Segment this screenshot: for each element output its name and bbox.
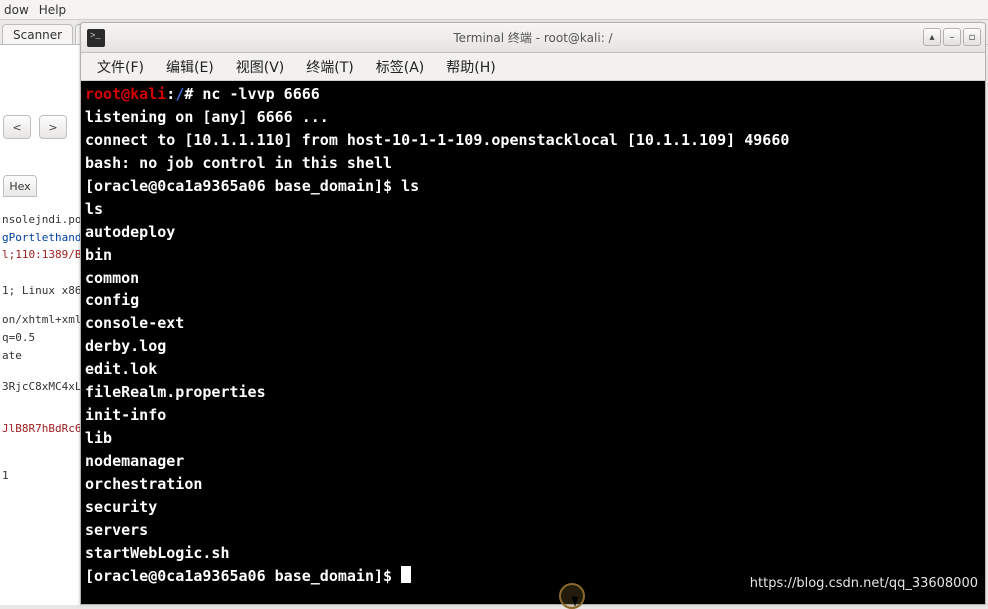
window-minimize-button[interactable]: – (943, 28, 961, 46)
terminal-output[interactable]: root@kali:/# nc -lvvp 6666 listening on … (81, 81, 985, 604)
menu-file[interactable]: 文件(F) (87, 54, 154, 80)
hex-tab[interactable]: Hex (3, 175, 37, 197)
snippet: gPortlethandl (2, 229, 82, 247)
snippet: nsolejndi.por (2, 211, 82, 229)
menu-view[interactable]: 视图(V) (226, 54, 295, 80)
tab-scanner[interactable]: Scanner (2, 24, 73, 44)
menu-terminal[interactable]: 终端(T) (296, 54, 363, 80)
snippet: JlB8R7hBdRc6g (2, 420, 82, 438)
nav-forward-button[interactable]: > (39, 115, 67, 139)
menu-tabs[interactable]: 标签(A) (366, 54, 435, 80)
snippet: q=0.5 (2, 329, 82, 347)
nav-back-button[interactable]: < (3, 115, 31, 139)
bg-panel: < > Hex nsolejndi.por gPortlethandl l;11… (0, 45, 85, 605)
bg-menubar: dow Help (0, 0, 988, 20)
snippet: l;110:1389/Ba (2, 246, 82, 264)
snippet: on/xhtml+xml (2, 311, 82, 329)
menu-help[interactable]: 帮助(H) (436, 54, 505, 80)
titlebar[interactable]: Terminal 终端 - root@kali: / ▴ – ▫ (81, 23, 985, 53)
window-maximize-button[interactable]: ▫ (963, 28, 981, 46)
snippet: ate (2, 347, 82, 365)
touch-indicator-icon (559, 583, 585, 609)
watermark: https://blog.csdn.net/qq_33608000 (750, 576, 978, 591)
window-up-button[interactable]: ▴ (923, 28, 941, 46)
terminal-menubar: 文件(F) 编辑(E) 视图(V) 终端(T) 标签(A) 帮助(H) (81, 53, 985, 81)
bg-menu-item[interactable]: dow (4, 3, 29, 17)
snippet: 1 (2, 467, 82, 485)
terminal-icon (87, 29, 105, 47)
snippet: 1; Linux x86 (2, 282, 82, 300)
menu-edit[interactable]: 编辑(E) (156, 54, 224, 80)
bg-menu-item[interactable]: Help (39, 3, 66, 17)
bg-hex-content: nsolejndi.por gPortlethandl l;110:1389/B… (0, 207, 84, 489)
snippet: 3RjcC8xMC4xL (2, 378, 82, 396)
window-title: Terminal 终端 - root@kali: / (81, 29, 985, 46)
terminal-window: Terminal 终端 - root@kali: / ▴ – ▫ 文件(F) 编… (80, 22, 986, 605)
